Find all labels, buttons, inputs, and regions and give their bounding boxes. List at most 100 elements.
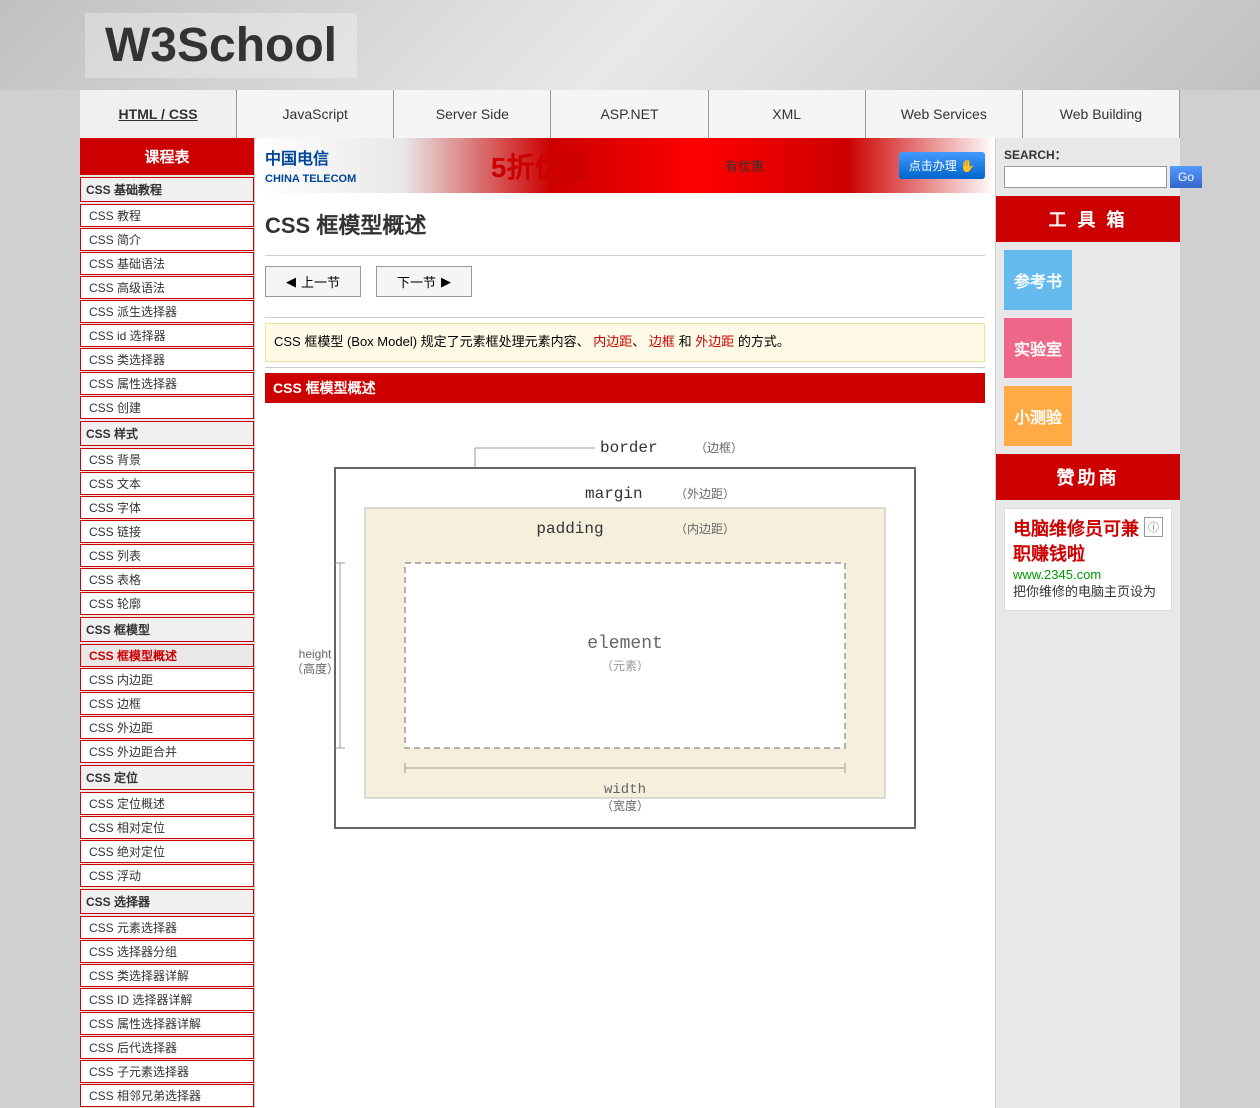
nav-item-javascript[interactable]: JavaScript (237, 90, 394, 138)
divider-3 (265, 367, 985, 368)
sidebar-item-css-class-selector[interactable]: CSS 类选择器 (80, 348, 254, 371)
sidebar-item-css-child[interactable]: CSS 子元素选择器 (80, 1060, 254, 1083)
diagram-svg: border （边框） margin （外边距） padding （内边距） h… (265, 418, 985, 848)
banner-logo: 中国电信CHINA TELECOM (265, 145, 356, 187)
sidebar-item-css-advanced-syntax[interactable]: CSS 高级语法 (80, 276, 254, 299)
sidebar-item-css-margin-collapse[interactable]: CSS 外边距合并 (80, 740, 254, 763)
svg-text:margin: margin (585, 485, 643, 503)
sidebar-item-css-attr-selector[interactable]: CSS 属性选择器 (80, 372, 254, 395)
svg-text:（内边距）: （内边距） (675, 522, 735, 536)
divider-2 (265, 317, 985, 318)
sidebar-section-css-boxmodel: CSS 框模型 (80, 617, 254, 642)
nav-item-xml[interactable]: XML (709, 90, 866, 138)
sidebar-section-css-position: CSS 定位 (80, 765, 254, 790)
svg-text:width: width (604, 782, 646, 798)
main-layout: 课程表 CSS 基础教程 CSS 教程 CSS 简介 CSS 基础语法 CSS … (80, 138, 1180, 1108)
banner-promo-detail: 有优惠 (725, 156, 764, 175)
page-title: CSS 框模型概述 (255, 193, 995, 250)
sidebar-item-css-boxmodel-overview[interactable]: CSS 框模型概述 (80, 644, 254, 667)
highlight-and: 和 (679, 334, 696, 349)
sidebar-item-css-relative[interactable]: CSS 相对定位 (80, 816, 254, 839)
sidebar-item-css-border[interactable]: CSS 边框 (80, 692, 254, 715)
nav-item-asp-net[interactable]: ASP.NET (551, 90, 708, 138)
main-content: 中国电信CHINA TELECOM 5折优惠 有优惠 点击办理 ✋ CSS 框模… (255, 138, 995, 1108)
sidebar-item-css-margin[interactable]: CSS 外边距 (80, 716, 254, 739)
svg-text:element: element (587, 634, 663, 654)
nav-item-server-side[interactable]: Server Side (394, 90, 551, 138)
content-highlight: CSS 框模型 (Box Model) 规定了元素框处理元素内容、 内边距、 边… (265, 323, 985, 362)
sidebar-item-css-table[interactable]: CSS 表格 (80, 568, 254, 591)
svg-text:（元素）: （元素） (601, 659, 649, 673)
ref-book-button[interactable]: 参考书 (1004, 250, 1072, 310)
site-logo: W3School (85, 13, 357, 78)
link-border[interactable]: 边框 (649, 334, 675, 349)
sidebar-item-css-selector-group[interactable]: CSS 选择器分组 (80, 940, 254, 963)
sidebar-item-css-class-detail[interactable]: CSS 类选择器详解 (80, 964, 254, 987)
main-nav: HTML / CSS JavaScript Server Side ASP.NE… (80, 90, 1180, 138)
nav-item-html-css[interactable]: HTML / CSS (80, 90, 237, 138)
svg-text:border: border (600, 439, 658, 457)
sidebar-title: 课程表 (80, 138, 254, 175)
sidebar-section-css-selectors: CSS 选择器 (80, 889, 254, 914)
svg-text:（高度）: （高度） (291, 661, 339, 676)
link-padding[interactable]: 内边距 (593, 334, 632, 349)
sidebar-item-css-descendant[interactable]: CSS 后代选择器 (80, 1036, 254, 1059)
svg-text:（边框）: （边框） (695, 441, 743, 455)
sidebar-item-css-text[interactable]: CSS 文本 (80, 472, 254, 495)
sidebar-item-css-adjacent[interactable]: CSS 相邻兄弟选择器 (80, 1084, 254, 1107)
sidebar-item-css-derived-selector[interactable]: CSS 派生选择器 (80, 300, 254, 323)
sponsor-ad-text: 把你维修的电脑主页设为 (1013, 582, 1163, 602)
link-margin[interactable]: 外边距 (695, 334, 734, 349)
search-input[interactable] (1004, 166, 1167, 188)
sponsor-title: 赞助商 (996, 454, 1180, 500)
banner: 中国电信CHINA TELECOM 5折优惠 有优惠 点击办理 ✋ (255, 138, 995, 193)
nav-item-web-services[interactable]: Web Services (866, 90, 1023, 138)
sidebar-item-css-absolute[interactable]: CSS 绝对定位 (80, 840, 254, 863)
left-sidebar: 课程表 CSS 基础教程 CSS 教程 CSS 简介 CSS 基础语法 CSS … (80, 138, 255, 1108)
right-sidebar: SEARCH： Go 工 具 箱 参考书 实验室 小测验 赞助商 ⓘ 电脑维修员… (995, 138, 1180, 1108)
sidebar-item-css-id-detail[interactable]: CSS ID 选择器详解 (80, 988, 254, 1011)
sidebar-item-css-outline[interactable]: CSS 轮廓 (80, 592, 254, 615)
sidebar-item-css-basic-syntax[interactable]: CSS 基础语法 (80, 252, 254, 275)
sidebar-item-css-tutorial[interactable]: CSS 教程 (80, 204, 254, 227)
search-button[interactable]: Go (1170, 166, 1202, 188)
svg-text:padding: padding (536, 520, 603, 538)
sidebar-item-css-intro[interactable]: CSS 简介 (80, 228, 254, 251)
svg-text:height: height (299, 647, 332, 661)
sponsor-ad-title: 电脑维修员可兼职赚钱啦 (1013, 517, 1163, 567)
sidebar-item-css-padding[interactable]: CSS 内边距 (80, 668, 254, 691)
sidebar-item-css-position-overview[interactable]: CSS 定位概述 (80, 792, 254, 815)
banner-promo-text: 5折优惠 (491, 146, 591, 186)
sidebar-item-css-create[interactable]: CSS 创建 (80, 396, 254, 419)
sidebar-item-css-list[interactable]: CSS 列表 (80, 544, 254, 567)
divider-1 (265, 255, 985, 256)
highlight-text: CSS 框模型 (Box Model) 规定了元素框处理元素内容、 (274, 334, 590, 349)
test-button[interactable]: 小测验 (1004, 386, 1072, 446)
search-label: SEARCH： (1004, 146, 1172, 163)
nav-item-web-building[interactable]: Web Building (1023, 90, 1180, 138)
lab-button[interactable]: 实验室 (1004, 318, 1072, 378)
search-box: SEARCH： Go (996, 138, 1180, 196)
box-model-diagram: border （边框） margin （外边距） padding （内边距） h… (265, 418, 985, 848)
toolbox-title: 工 具 箱 (996, 196, 1180, 242)
prev-button[interactable]: ◀ 上一节 (265, 266, 361, 297)
sidebar-item-css-id-selector[interactable]: CSS id 选择器 (80, 324, 254, 347)
sidebar-item-css-element-selector[interactable]: CSS 元素选择器 (80, 916, 254, 939)
sponsor-info-icon[interactable]: ⓘ (1144, 517, 1163, 537)
sidebar-item-css-bg[interactable]: CSS 背景 (80, 448, 254, 471)
sidebar-item-css-attr-detail[interactable]: CSS 属性选择器详解 (80, 1012, 254, 1035)
sidebar-section-css-style: CSS 样式 (80, 421, 254, 446)
highlight-suffix: 的方式。 (738, 334, 790, 349)
sponsor-content: ⓘ 电脑维修员可兼职赚钱啦 www.2345.com 把你维修的电脑主页设为 (1004, 508, 1172, 611)
sidebar-item-css-link[interactable]: CSS 链接 (80, 520, 254, 543)
sidebar-item-css-float[interactable]: CSS 浮动 (80, 864, 254, 887)
next-button[interactable]: 下一节 ▶ (376, 266, 472, 297)
section-header: CSS 框模型概述 (265, 373, 985, 403)
header: W3School (0, 0, 1260, 90)
sidebar-section-css-basics: CSS 基础教程 (80, 177, 254, 202)
svg-text:（宽度）: （宽度） (601, 798, 649, 813)
sidebar-item-css-font[interactable]: CSS 字体 (80, 496, 254, 519)
svg-text:（外边距）: （外边距） (675, 487, 735, 501)
sponsor-link[interactable]: www.2345.com (1013, 567, 1163, 582)
banner-click-btn[interactable]: 点击办理 ✋ (899, 152, 985, 179)
